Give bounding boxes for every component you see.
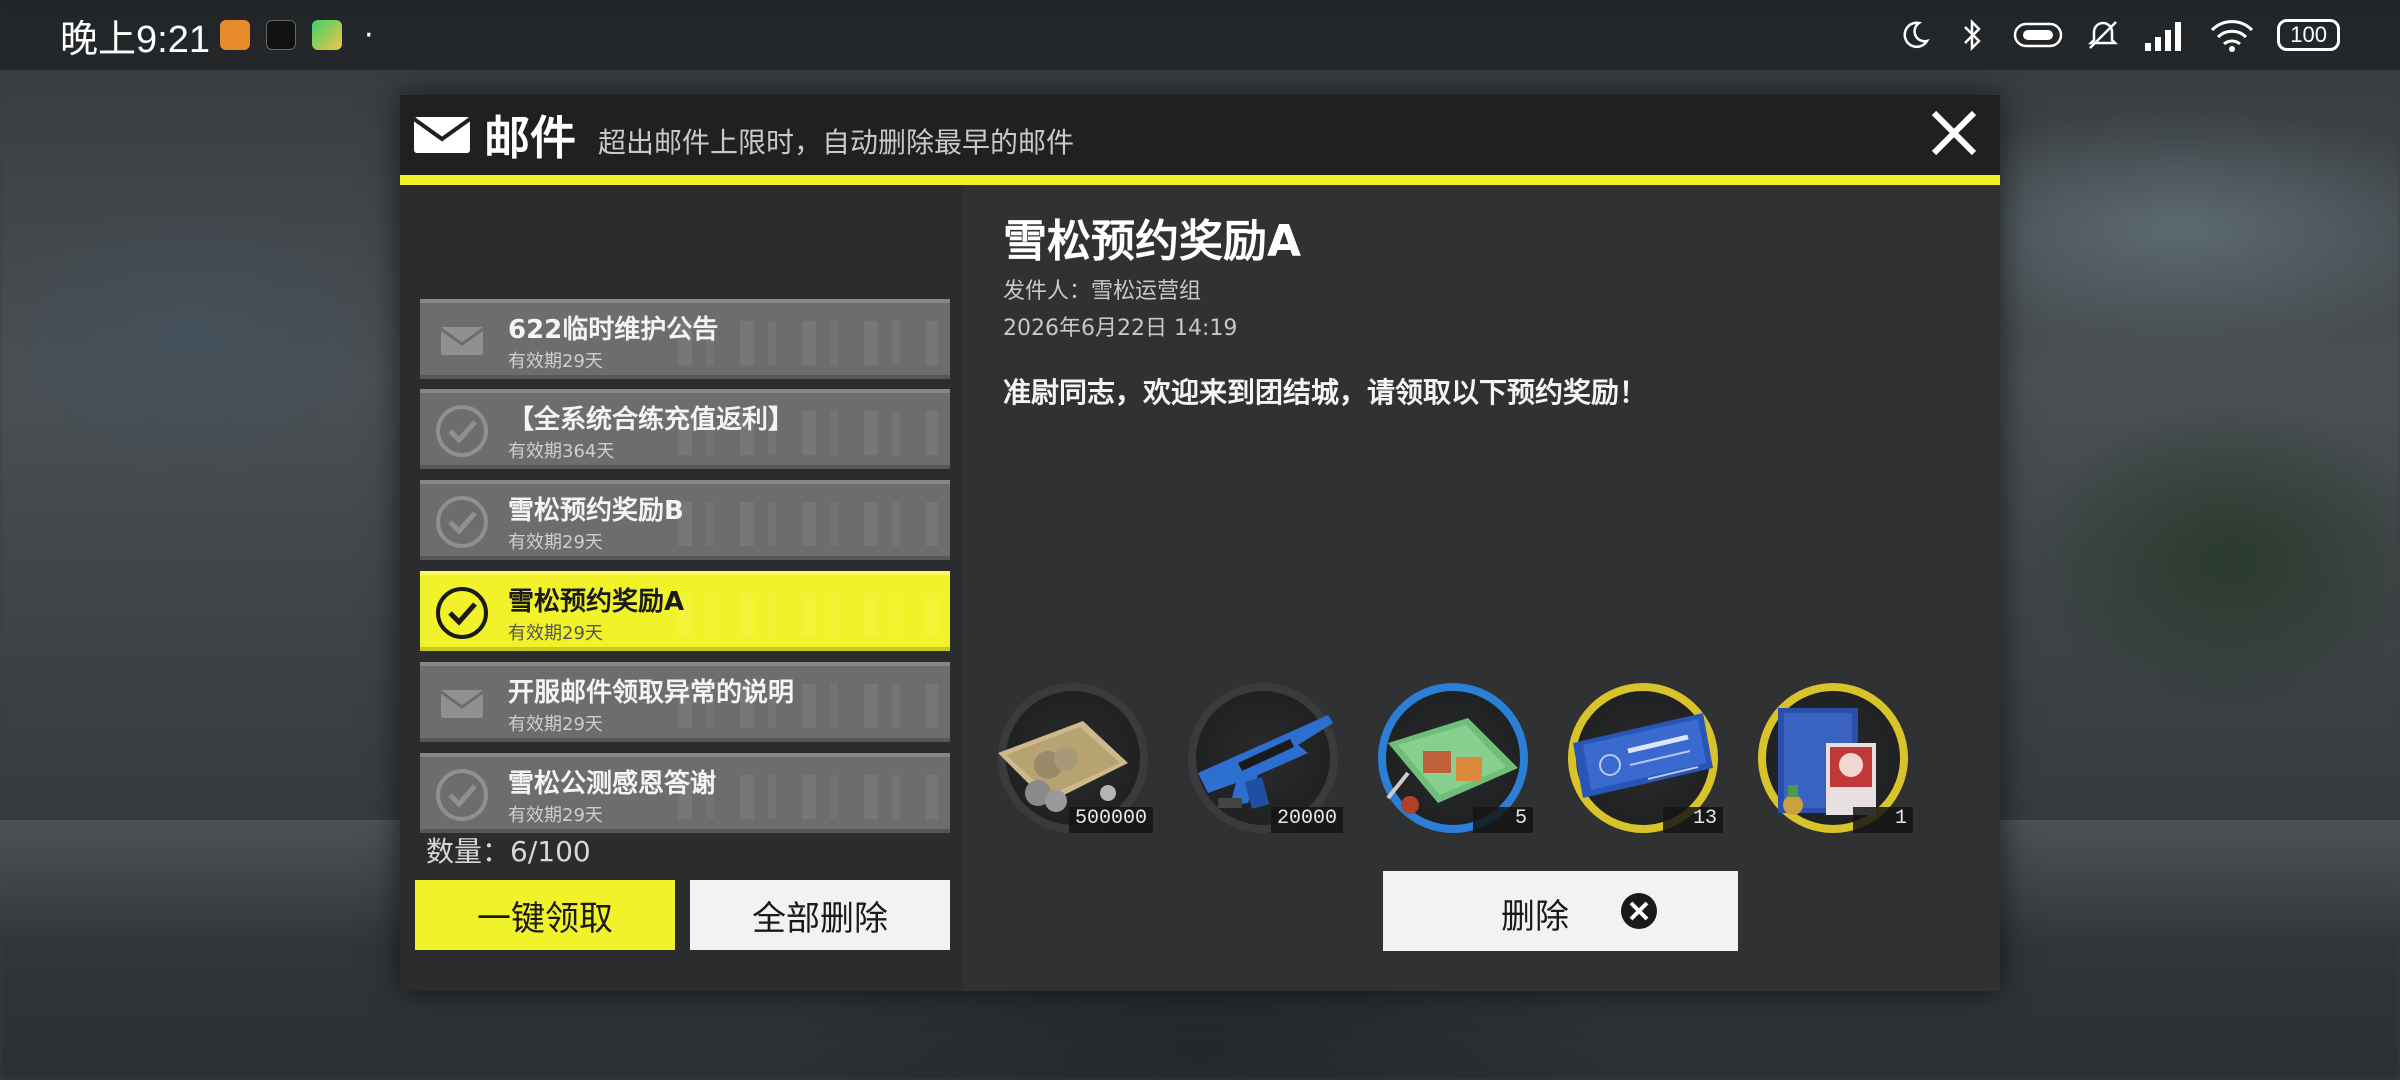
signal-icon — [2143, 17, 2187, 53]
close-icon — [1931, 110, 1977, 156]
list-item-mail-6[interactable]: 雪松公测感恩答谢 有效期29天 — [420, 753, 950, 833]
reward-item-ration[interactable]: 5 — [1368, 683, 1533, 843]
mail-validity: 有效期29天 — [508, 623, 603, 644]
close-button[interactable] — [1926, 105, 1982, 161]
mail-list: 622临时维护公告 有效期29天 【全系统合练充值返利】 有效期364天 雪松预… — [400, 185, 963, 991]
reward-quantity: 5 — [1473, 807, 1533, 833]
mail-count: 数量：6/100 — [426, 835, 591, 868]
reward-item-money[interactable]: 500000 — [988, 683, 1153, 843]
mail-title: 雪松公测感恩答谢 — [508, 769, 717, 799]
bluetooth-icon — [1955, 17, 1991, 53]
reward-quantity: 1 — [1853, 807, 1913, 833]
more-notifications-dot: · — [363, 17, 374, 53]
reward-quantity: 20000 — [1270, 807, 1343, 833]
list-item-mail-4-selected[interactable]: 雪松预约奖励A 有效期29天 — [420, 571, 950, 651]
mail-validity: 有效期29天 — [508, 351, 603, 372]
reward-quantity: 13 — [1663, 807, 1723, 833]
reward-item-dossier[interactable]: 1 — [1748, 683, 1913, 843]
mail-panel: 邮件 超出邮件上限时，自动删除最早的邮件 622临时维护公告 有效期29天 【全… — [400, 95, 2000, 991]
claim-all-button[interactable]: 一键领取 — [415, 880, 675, 950]
header-accent-line — [400, 175, 2000, 185]
check-circle-icon — [432, 401, 492, 461]
nfc-toggle-icon — [2013, 17, 2063, 53]
delete-button[interactable]: 删除 — [1383, 871, 1738, 951]
envelope-icon — [412, 115, 472, 155]
mail-title: 雪松预约奖励B — [508, 496, 684, 526]
mail-header: 邮件 超出邮件上限时，自动删除最早的邮件 — [400, 95, 2000, 175]
page-title: 邮件 — [484, 111, 576, 165]
list-item-mail-2[interactable]: 【全系统合练充值返利】 有效期364天 — [420, 389, 950, 469]
close-circle-icon — [1621, 893, 1657, 929]
battery-indicator: 100 — [2277, 19, 2340, 51]
notification-app-icon-music — [265, 20, 296, 50]
reward-quantity: 500000 — [1068, 807, 1153, 833]
mail-body: 准尉同志，欢迎来到团结城，请领取以下预约奖励！ — [1003, 376, 1648, 409]
delete-button-label: 删除 — [1501, 897, 1569, 937]
item-decoration — [678, 593, 938, 637]
notification-app-icon-video — [311, 20, 342, 50]
mail-validity: 有效期29天 — [508, 714, 603, 735]
mail-detail-title: 雪松预约奖励A — [1003, 216, 1302, 267]
mail-title: 开服邮件领取异常的说明 — [508, 678, 795, 708]
item-decoration — [678, 502, 938, 546]
reward-item-ticket[interactable]: 13 — [1558, 683, 1723, 843]
notification-app-icon-orange — [219, 20, 250, 50]
mail-validity: 有效期29天 — [508, 805, 603, 826]
mail-validity: 有效期29天 — [508, 532, 603, 553]
status-time: 晚上9:21 — [60, 18, 210, 61]
delete-all-button[interactable]: 全部删除 — [690, 880, 950, 950]
envelope-icon — [432, 311, 492, 371]
mail-title: 【全系统合练充值返利】 — [508, 405, 795, 435]
mute-icon — [2085, 17, 2121, 53]
list-item-mail-1[interactable]: 622临时维护公告 有效期29天 — [420, 299, 950, 379]
mail-validity: 有效期364天 — [508, 441, 615, 462]
page-subtitle: 超出邮件上限时，自动删除最早的邮件 — [598, 126, 1075, 159]
reward-item-rifle[interactable]: 20000 — [1178, 683, 1343, 843]
envelope-icon — [432, 674, 492, 734]
wifi-icon — [2209, 17, 2255, 53]
list-item-mail-5[interactable]: 开服邮件领取异常的说明 有效期29天 — [420, 662, 950, 742]
check-circle-icon — [432, 765, 492, 825]
check-circle-icon — [432, 492, 492, 552]
mail-title: 雪松预约奖励A — [508, 587, 685, 617]
status-bar: 晚上9:21 · 100 — [0, 0, 2400, 70]
mail-title: 622临时维护公告 — [508, 315, 719, 345]
mail-date: 2026年6月22日 14:19 — [1003, 316, 1238, 341]
list-item-mail-3[interactable]: 雪松预约奖励B 有效期29天 — [420, 480, 950, 560]
mail-detail: 雪松预约奖励A 发件人：雪松运营组 2026年6月22日 14:19 准尉同志，… — [963, 185, 2000, 991]
mail-sender: 发件人：雪松运营组 — [1003, 279, 1202, 304]
item-decoration — [678, 775, 938, 819]
check-circle-icon — [432, 583, 492, 643]
moon-icon — [1897, 17, 1933, 53]
